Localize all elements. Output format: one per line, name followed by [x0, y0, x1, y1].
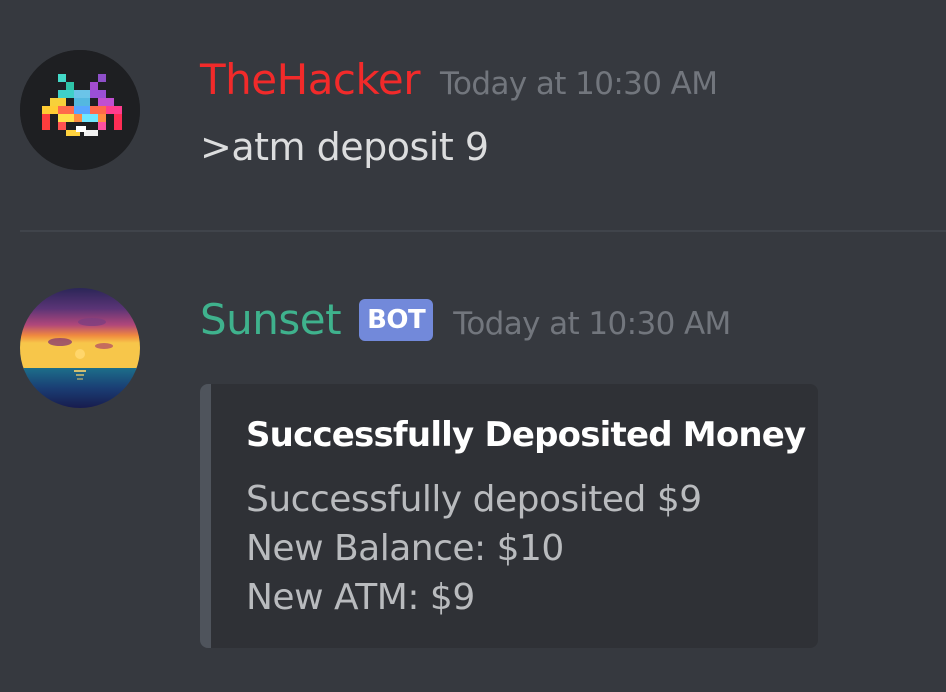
message-content: >atm deposit 9: [200, 125, 489, 169]
sunset-avatar[interactable]: [20, 288, 140, 408]
message-header: TheHacker Today at 10:30 AM: [200, 52, 718, 108]
embed-line-deposited: Successfully deposited $9: [246, 479, 702, 520]
username[interactable]: Sunset: [200, 292, 342, 348]
timestamp[interactable]: Today at 10:30 AM: [440, 66, 718, 102]
embed-title: Successfully Deposited Money: [246, 415, 806, 455]
message-embed: Successfully Deposited Money Successfull…: [200, 384, 818, 648]
username[interactable]: TheHacker: [200, 52, 420, 108]
bot-badge: BOT: [359, 299, 434, 341]
embed-line-atm: New ATM: $9: [246, 577, 475, 618]
message-thehacker: TheHacker Today at 10:30 AM >atm deposit…: [0, 0, 946, 230]
space-invader-avatar[interactable]: [20, 50, 140, 170]
chat-messages: TheHacker Today at 10:30 AM >atm deposit…: [0, 0, 946, 692]
message-sunset: Sunset BOT Today at 10:30 AM Successfull…: [0, 232, 946, 692]
embed-description: Successfully deposited $9 New Balance: $…: [246, 475, 702, 622]
embed-line-balance: New Balance: $10: [246, 528, 564, 569]
message-header: Sunset BOT Today at 10:30 AM: [200, 292, 731, 348]
timestamp[interactable]: Today at 10:30 AM: [453, 306, 731, 342]
